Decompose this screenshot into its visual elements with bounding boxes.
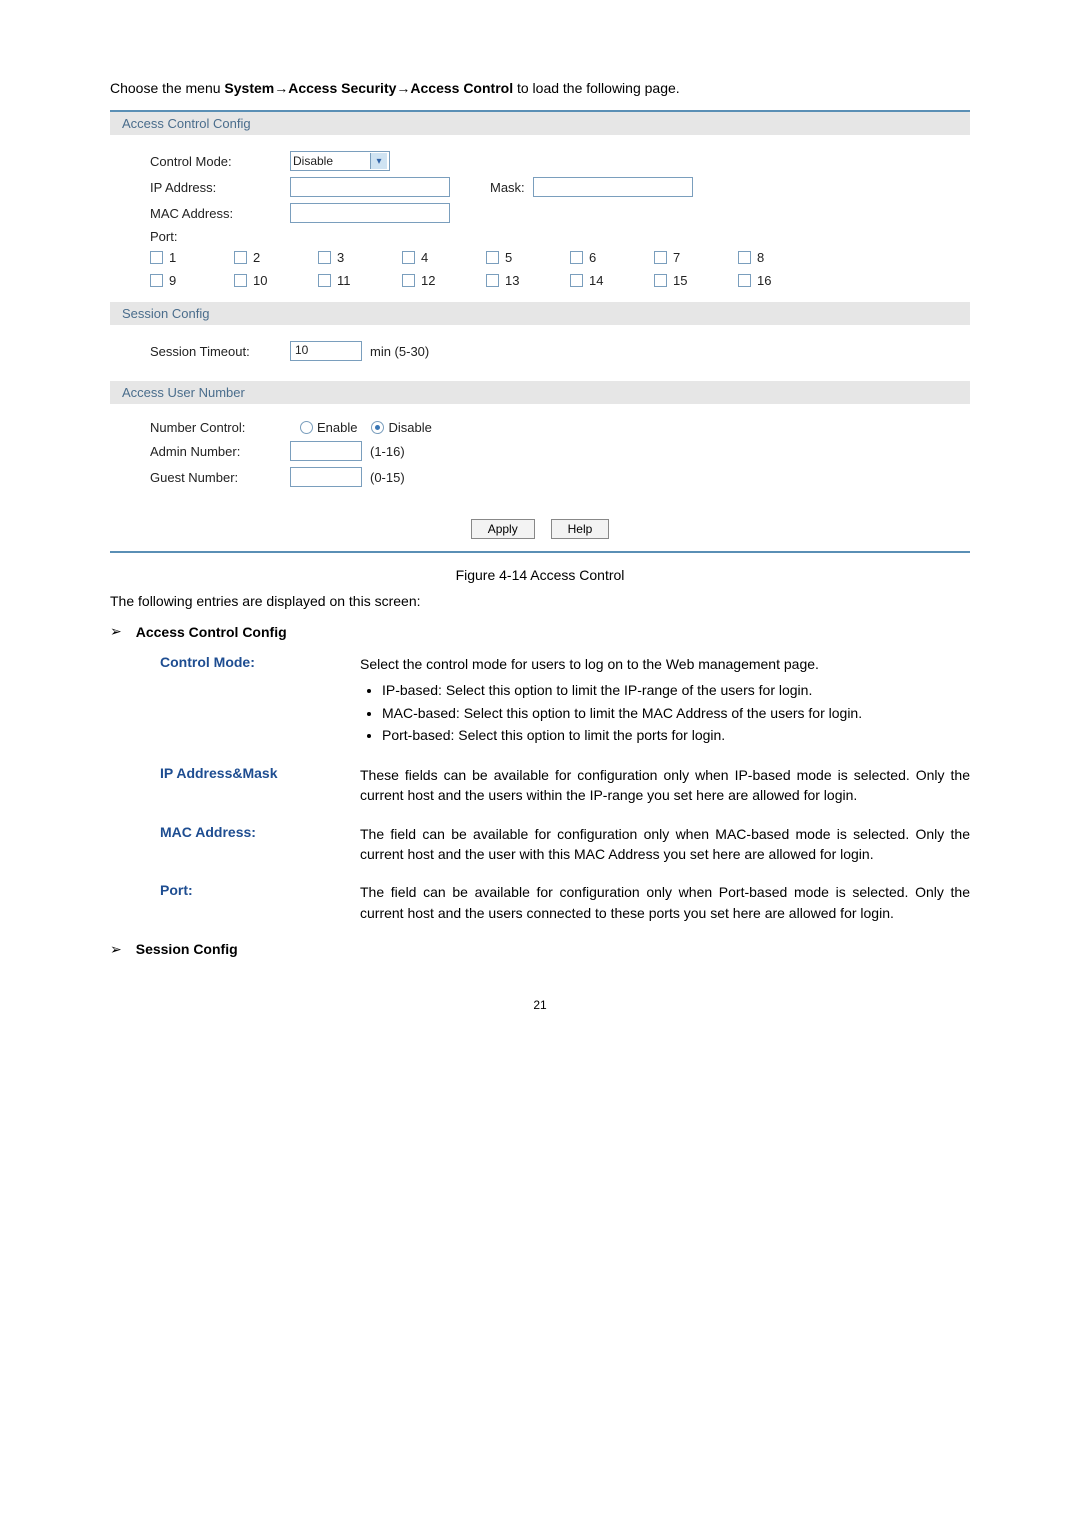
port-9-checkbox[interactable]: [150, 274, 163, 287]
port-1-checkbox[interactable]: [150, 251, 163, 264]
port-12: 12: [402, 273, 486, 288]
guest-number-hint: (0-15): [370, 470, 405, 485]
port-14: 14: [570, 273, 654, 288]
chevron-down-icon: ▾: [370, 153, 387, 169]
admin-number-input[interactable]: [290, 441, 362, 461]
port-13: 13: [486, 273, 570, 288]
def-mac-desc: The field can be available for configura…: [360, 824, 970, 865]
def-port-desc: The field can be available for configura…: [360, 882, 970, 923]
session-config-header: Session Config: [110, 302, 970, 325]
section-session-title: Session Config: [136, 941, 238, 957]
port-4-checkbox[interactable]: [402, 251, 415, 264]
port-11: 11: [318, 273, 402, 288]
port-1: 1: [150, 250, 234, 265]
port-3: 3: [318, 250, 402, 265]
intro-bold-path: System→Access Security→Access Control: [224, 80, 513, 96]
section-acc-title: Access Control Config: [136, 624, 287, 640]
arrow-bullet-icon: ➢: [110, 623, 122, 640]
session-timeout-label: Session Timeout:: [150, 344, 290, 359]
port-13-checkbox[interactable]: [486, 274, 499, 287]
port-10: 10: [234, 273, 318, 288]
port-label: Port:: [150, 229, 290, 244]
mac-address-input[interactable]: [290, 203, 450, 223]
def-control-mode: Control Mode: Select the control mode fo…: [160, 654, 970, 747]
intro-suffix: to load the following page.: [513, 80, 680, 96]
arrow-bullet-icon: ➢: [110, 941, 122, 958]
port-11-checkbox[interactable]: [318, 274, 331, 287]
def-port: Port: The field can be available for con…: [160, 882, 970, 923]
access-user-number-header: Access User Number: [110, 381, 970, 404]
apply-button[interactable]: Apply: [471, 519, 535, 539]
port-12-checkbox[interactable]: [402, 274, 415, 287]
def-mac: MAC Address: The field can be available …: [160, 824, 970, 865]
intro-prefix: Choose the menu: [110, 80, 224, 96]
port-6-checkbox[interactable]: [570, 251, 583, 264]
port-10-checkbox[interactable]: [234, 274, 247, 287]
control-mode-label: Control Mode:: [150, 154, 290, 169]
port-7-checkbox[interactable]: [654, 251, 667, 264]
port-6: 6: [570, 250, 654, 265]
session-config-body: Session Timeout: 10 min (5-30): [110, 325, 970, 381]
port-3-checkbox[interactable]: [318, 251, 331, 264]
def-control-mode-term: Control Mode:: [160, 654, 360, 747]
guest-number-input[interactable]: [290, 467, 362, 487]
port-15: 15: [654, 273, 738, 288]
def-ip-mask: IP Address&Mask These fields can be avai…: [160, 765, 970, 806]
ip-address-label: IP Address:: [150, 180, 290, 195]
def-cm-b2: MAC-based: Select this option to limit t…: [382, 703, 970, 723]
def-mac-term: MAC Address:: [160, 824, 360, 865]
admin-number-label: Admin Number:: [150, 444, 290, 459]
session-timeout-hint: min (5-30): [370, 344, 429, 359]
disable-label: Disable: [388, 420, 431, 435]
port-16-checkbox[interactable]: [738, 274, 751, 287]
port-7: 7: [654, 250, 738, 265]
port-8: 8: [738, 250, 822, 265]
access-control-config-header: Access Control Config: [110, 112, 970, 135]
button-row: Apply Help: [110, 507, 970, 551]
def-control-mode-desc: Select the control mode for users to log…: [360, 654, 970, 747]
number-control-label: Number Control:: [150, 420, 290, 435]
port-4: 4: [402, 250, 486, 265]
radio-icon: [300, 421, 313, 434]
figure-caption: Figure 4-14 Access Control: [110, 567, 970, 583]
access-user-number-body: Number Control: Enable Disable Admin Num…: [110, 404, 970, 507]
control-mode-value: Disable: [293, 154, 333, 168]
port-5-checkbox[interactable]: [486, 251, 499, 264]
radio-icon: [371, 421, 384, 434]
enable-label: Enable: [317, 420, 357, 435]
mask-input[interactable]: [533, 177, 693, 197]
section-access-control-config: ➢ Access Control Config: [110, 623, 970, 640]
config-screenshot-region: Access Control Config Control Mode: Disa…: [110, 110, 970, 553]
def-ip-mask-term: IP Address&Mask: [160, 765, 360, 806]
mac-address-label: MAC Address:: [150, 206, 290, 221]
def-cm-b3: Port-based: Select this option to limit …: [382, 725, 970, 745]
guest-number-label: Guest Number:: [150, 470, 290, 485]
control-mode-select[interactable]: Disable ▾: [290, 151, 390, 171]
port-2: 2: [234, 250, 318, 265]
port-grid: 1 2 3 4 5 6 7 8 9 10 11 12 13 14 15 16: [150, 250, 954, 288]
port-5: 5: [486, 250, 570, 265]
port-9: 9: [150, 273, 234, 288]
help-button[interactable]: Help: [551, 519, 610, 539]
number-control-enable-radio[interactable]: Enable: [300, 420, 357, 435]
port-2-checkbox[interactable]: [234, 251, 247, 264]
mask-label: Mask:: [490, 180, 525, 195]
number-control-disable-radio[interactable]: Disable: [371, 420, 431, 435]
access-control-config-body: Control Mode: Disable ▾ IP Address: Mask…: [110, 135, 970, 302]
port-8-checkbox[interactable]: [738, 251, 751, 264]
port-15-checkbox[interactable]: [654, 274, 667, 287]
ip-address-input[interactable]: [290, 177, 450, 197]
admin-number-hint: (1-16): [370, 444, 405, 459]
def-ip-mask-desc: These fields can be available for config…: [360, 765, 970, 806]
def-port-term: Port:: [160, 882, 360, 923]
menu-path-intro: Choose the menu System→Access Security→A…: [110, 80, 970, 96]
def-cm-b1: IP-based: Select this option to limit th…: [382, 680, 970, 700]
port-14-checkbox[interactable]: [570, 274, 583, 287]
page-number: 21: [110, 998, 970, 1012]
definition-list: Control Mode: Select the control mode fo…: [160, 654, 970, 923]
port-16: 16: [738, 273, 822, 288]
entries-displayed-line: The following entries are displayed on t…: [110, 593, 970, 609]
session-timeout-input[interactable]: 10: [290, 341, 362, 361]
section-session-config: ➢ Session Config: [110, 941, 970, 958]
